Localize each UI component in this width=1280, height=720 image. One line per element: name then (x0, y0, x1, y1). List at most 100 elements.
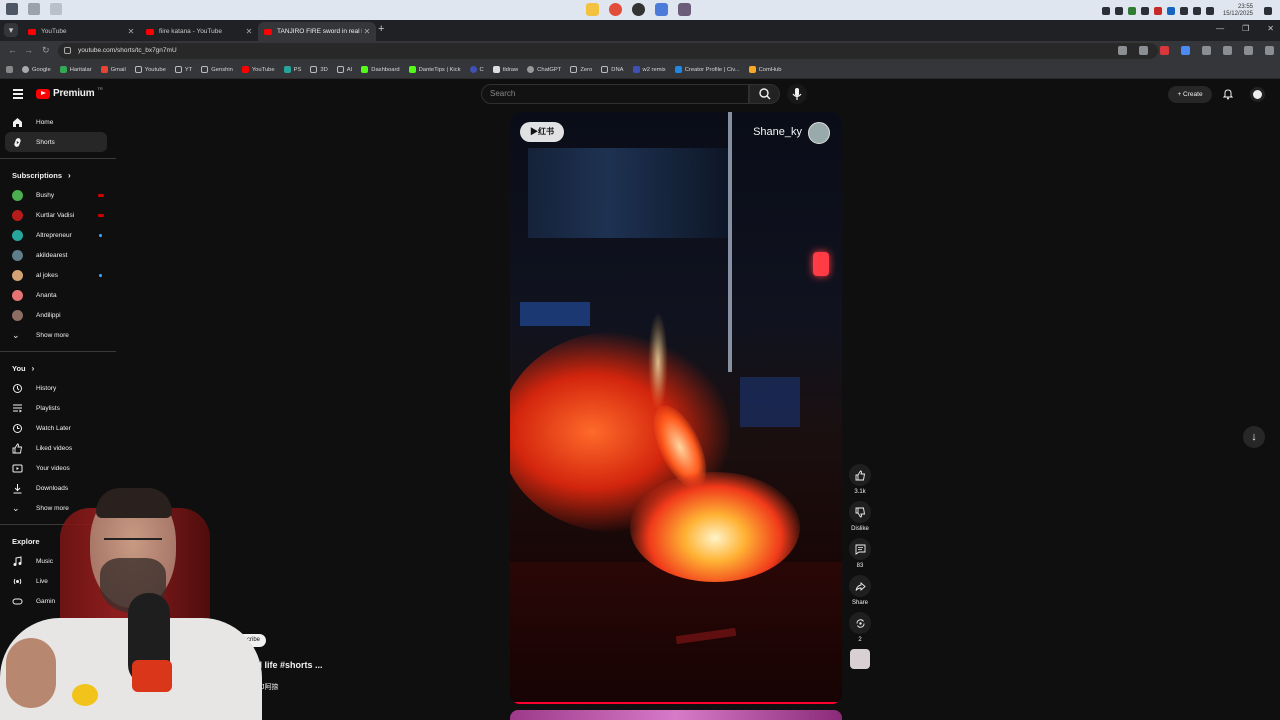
wifi-icon[interactable] (1192, 7, 1201, 15)
bookmark-folder[interactable]: Youtube (134, 66, 166, 73)
clock[interactable]: 23:55 15/12/2025 (1223, 4, 1253, 18)
close-window-icon[interactable]: ✕ (1267, 24, 1274, 33)
more-menu-icon[interactable] (1265, 46, 1274, 55)
install-app-icon[interactable] (1118, 46, 1127, 55)
search-button[interactable] (749, 84, 780, 104)
tray-icon[interactable] (1166, 7, 1175, 15)
bookmark-item[interactable]: PS (283, 66, 301, 73)
site-info-icon[interactable] (64, 47, 71, 54)
search-input[interactable]: Search (481, 84, 749, 104)
video-progress-bar[interactable] (510, 702, 842, 704)
next-video-button[interactable]: ↓ (1243, 426, 1265, 448)
sidebar-item-your-videos[interactable]: Your videos (0, 458, 116, 478)
app-icon[interactable] (678, 3, 691, 16)
show-more-button[interactable]: ⌄ Show more (0, 325, 116, 345)
tab-search-icon[interactable]: ▾ (4, 23, 18, 37)
bookmark-item[interactable]: Haritalar (59, 66, 92, 73)
sidebar-item-subscription[interactable]: akildearest (0, 245, 116, 265)
bookmark-item[interactable]: Gmail (100, 66, 126, 73)
sidebar-item-subscription[interactable]: Bushy (0, 185, 116, 205)
sidebar-item-history[interactable]: History (0, 378, 116, 398)
bookmark-item[interactable]: C (469, 66, 484, 73)
create-button[interactable]: + Create (1168, 86, 1212, 103)
forward-icon[interactable]: → (24, 45, 33, 55)
extension-icon[interactable] (1181, 46, 1190, 55)
bookmark-item[interactable]: DanteTips | Kick (408, 66, 461, 73)
subscriptions-heading[interactable]: Subscriptions › (0, 165, 116, 185)
browser-tab[interactable]: YouTube ✕ (22, 22, 140, 41)
sidebar-item-home[interactable]: Home (0, 112, 116, 132)
windows-start-icon[interactable] (6, 3, 18, 15)
tray-icon[interactable] (1153, 7, 1162, 15)
account-avatar[interactable] (1250, 87, 1265, 102)
notifications-bell-icon[interactable] (1222, 88, 1234, 100)
app-icon[interactable] (655, 3, 668, 16)
apps-icon[interactable] (6, 66, 13, 73)
tray-icon[interactable] (1179, 7, 1188, 15)
shorts-video-player[interactable]: ▶红书 Shane_ky (510, 112, 842, 704)
tray-icon[interactable] (1140, 7, 1149, 15)
bookmark-folder[interactable]: Genshin (201, 66, 233, 73)
sidebar-item-subscription[interactable]: Altrepreneur (0, 225, 116, 245)
youtube-premium-logo[interactable]: Premium TR (36, 86, 103, 99)
sound-thumbnail[interactable] (850, 649, 870, 669)
bookmark-folder[interactable]: YT (174, 66, 192, 73)
share-button[interactable]: Share (848, 575, 872, 606)
minimize-icon[interactable]: — (1216, 24, 1224, 33)
browser-tab[interactable]: fiire katana - YouTube ✕ (140, 22, 258, 41)
bookmark-item[interactable]: Creator Profile | Civ... (674, 66, 740, 73)
tray-icon[interactable] (1127, 7, 1136, 15)
extensions-puzzle-icon[interactable] (1202, 46, 1211, 55)
app-icon[interactable] (632, 3, 645, 16)
bookmark-folder[interactable]: DNA (601, 66, 624, 73)
media-control-icon[interactable] (1223, 46, 1232, 55)
bookmark-item[interactable]: w2 remix (632, 66, 666, 73)
bookmark-folder[interactable]: AI (336, 66, 352, 73)
tray-icon[interactable] (1114, 7, 1123, 15)
bookmark-item[interactable]: Dashboard (361, 66, 400, 73)
chrome-icon[interactable] (609, 3, 622, 16)
task-view-icon[interactable] (50, 3, 62, 15)
notification-icon[interactable] (1264, 7, 1272, 15)
bookmark-item[interactable]: Google (22, 66, 51, 73)
bookmark-item[interactable]: tldraw (492, 66, 518, 73)
bookmark-folder[interactable]: 3D (310, 66, 328, 73)
voice-search-button[interactable] (787, 84, 807, 104)
sidebar-item-playlists[interactable]: Playlists (0, 398, 116, 418)
sidebar-item-subscription[interactable]: Ananta (0, 285, 116, 305)
video-scene-light (728, 112, 732, 372)
bookmark-folder[interactable]: Zero (570, 66, 592, 73)
remix-button[interactable]: 2 (848, 612, 872, 643)
bookmark-item[interactable]: ComHub (748, 66, 781, 73)
extension-icon[interactable] (1160, 46, 1169, 55)
profile-icon[interactable] (1244, 46, 1253, 55)
new-tab-icon[interactable]: + (378, 23, 384, 35)
bookmark-item[interactable]: YouTube (241, 66, 275, 73)
you-heading[interactable]: You › (0, 358, 116, 378)
maximize-icon[interactable]: ❐ (1242, 24, 1249, 33)
url-input[interactable]: youtube.com/shorts/tc_bx7gn7mU (58, 43, 1158, 59)
volume-icon[interactable] (1205, 7, 1214, 15)
like-button[interactable]: 3.1k (848, 464, 872, 495)
dislike-button[interactable]: Dislike (848, 501, 872, 532)
sidebar-item-liked-videos[interactable]: Liked videos (0, 438, 116, 458)
sidebar-item-subscription[interactable]: Kurtlar Vadisi (0, 205, 116, 225)
browser-tab-active[interactable]: TANJIRO FIRE sword in real life ✕ (258, 22, 376, 41)
sidebar-item-watch-later[interactable]: Watch Later (0, 418, 116, 438)
reload-icon[interactable]: ↻ (42, 45, 50, 56)
bookmark-item[interactable]: ChatGPT (527, 66, 561, 73)
sidebar-item-subscription[interactable]: al jokes (0, 265, 116, 285)
sidebar-item-subscription[interactable]: Andilippi (0, 305, 116, 325)
sidebar-item-shorts[interactable]: Shorts (5, 132, 107, 152)
file-explorer-icon[interactable] (586, 3, 599, 16)
search-icon[interactable] (28, 3, 40, 15)
tray-icon[interactable] (1101, 7, 1110, 15)
next-short-preview[interactable] (510, 710, 842, 720)
close-tab-icon[interactable]: ✕ (244, 27, 254, 36)
back-icon[interactable]: ← (8, 45, 17, 55)
close-tab-icon[interactable]: ✕ (362, 27, 372, 36)
comments-button[interactable]: 83 (848, 538, 872, 569)
menu-icon[interactable] (13, 89, 23, 101)
bookmark-star-icon[interactable] (1139, 46, 1148, 55)
close-tab-icon[interactable]: ✕ (126, 27, 136, 36)
